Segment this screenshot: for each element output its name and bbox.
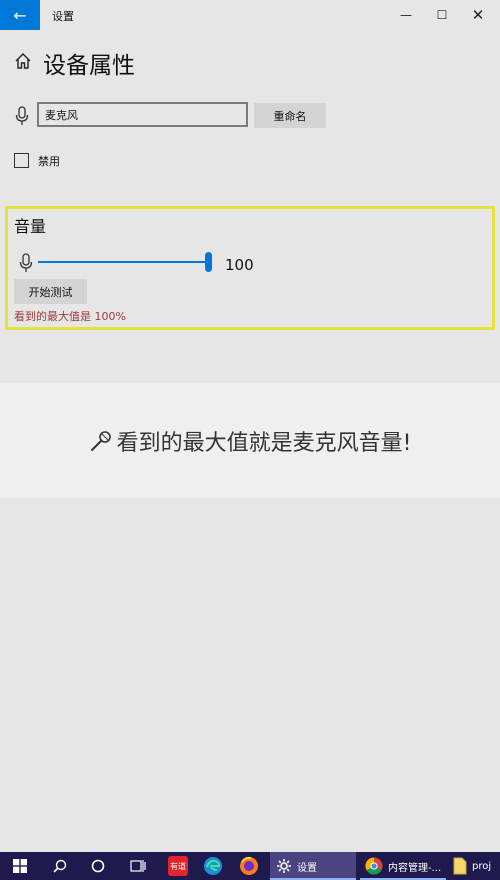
cortana-button[interactable] [80, 852, 116, 880]
gear-icon [277, 859, 291, 873]
back-button[interactable]: ← [0, 0, 40, 30]
firefox-icon [240, 856, 258, 875]
volume-slider-track[interactable] [38, 261, 208, 263]
window-title: 设置 [52, 10, 74, 23]
close-button[interactable]: ✕ [460, 0, 496, 30]
microphone-icon [15, 106, 29, 125]
task-view-icon [130, 860, 146, 872]
taskbar-chrome-item[interactable]: 内容管理-... [360, 852, 446, 880]
taskbar-settings-label: 设置 [297, 862, 317, 874]
taskbar-chrome-label: 内容管理-... [388, 862, 442, 874]
close-icon: ✕ [471, 6, 485, 24]
youdao-app-icon: 有道 [168, 856, 188, 876]
volume-slider-thumb[interactable] [205, 252, 212, 272]
cortana-circle-icon [91, 859, 105, 873]
start-test-button[interactable]: 开始测试 [14, 279, 87, 304]
taskbar-search-button[interactable] [42, 852, 78, 880]
rename-button[interactable]: 重命名 [254, 103, 326, 128]
youdao-app-button[interactable]: 有道 [163, 852, 193, 880]
taskbar-folder-item[interactable]: proj [448, 852, 500, 880]
task-view-button[interactable] [120, 852, 156, 880]
volume-title: 音量 [14, 217, 47, 236]
max-value-text: 看到的最大值是 100% [14, 310, 126, 323]
maximize-icon: ☐ [436, 8, 448, 22]
search-icon [53, 859, 67, 873]
home-icon[interactable] [14, 52, 32, 70]
file-icon [453, 857, 467, 875]
edge-icon [204, 857, 222, 875]
minimize-icon: — [400, 8, 412, 22]
start-button[interactable] [0, 852, 40, 880]
disable-checkbox[interactable] [14, 153, 29, 168]
chrome-icon [365, 857, 383, 875]
volume-value: 100 [225, 256, 254, 274]
taskbar-settings-item[interactable]: 设置 [270, 852, 356, 880]
maximize-button[interactable]: ☐ [424, 0, 460, 30]
edge-browser-button[interactable] [198, 852, 228, 880]
minimize-button[interactable]: — [388, 0, 424, 30]
volume-microphone-icon [19, 253, 33, 272]
back-arrow-icon: ← [13, 5, 27, 25]
caption: 看到的最大值就是麦克风音量! [0, 425, 500, 457]
taskbar-folder-label: proj [472, 860, 492, 872]
firefox-button[interactable] [234, 852, 264, 880]
device-name-input[interactable] [37, 102, 248, 127]
windows-logo-icon [13, 859, 27, 873]
caption-text: 看到的最大值就是麦克风音量! [116, 431, 412, 456]
disable-label: 禁用 [38, 155, 60, 168]
handheld-microphone-icon [90, 431, 111, 451]
page-title: 设备属性 [43, 53, 135, 79]
